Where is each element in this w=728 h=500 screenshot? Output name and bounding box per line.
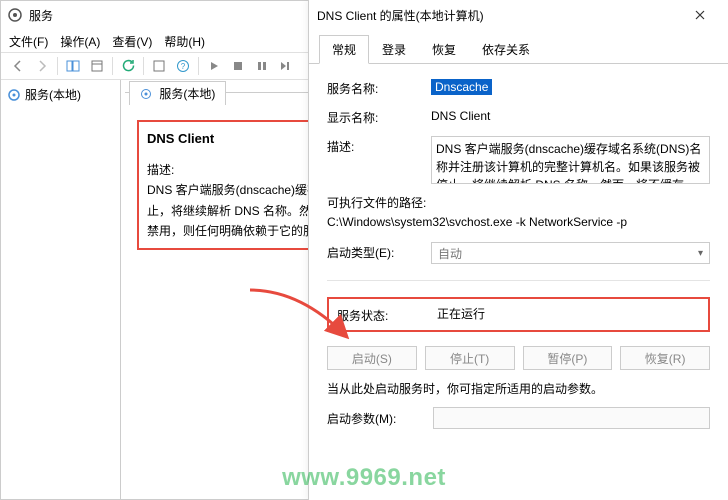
value-service-name[interactable]: Dnscache (431, 79, 492, 95)
label-description: 描述: (327, 136, 427, 155)
svg-text:?: ? (181, 62, 186, 71)
label-service-name: 服务名称: (327, 78, 427, 97)
watermark: www.9969.net (282, 464, 446, 492)
stop-button[interactable]: 停止(T) (425, 346, 515, 370)
tab-logon[interactable]: 登录 (369, 35, 419, 64)
menu-file[interactable]: 文件(F) (9, 33, 48, 50)
properties-button[interactable] (86, 55, 108, 77)
label-startup-type: 启动类型(E): (327, 242, 427, 261)
value-service-status: 正在运行 (437, 305, 485, 324)
services-icon (7, 7, 23, 23)
menu-view[interactable]: 查看(V) (112, 33, 152, 50)
close-button[interactable] (680, 1, 720, 29)
service-status-box: 服务状态: 正在运行 (327, 297, 710, 332)
restart-svc-button[interactable] (275, 55, 297, 77)
resume-button[interactable]: 恢复(R) (620, 346, 710, 370)
startup-note: 当从此处启动服务时，你可指定所适用的启动参数。 (327, 380, 710, 397)
label-start-params: 启动参数(M): (327, 410, 427, 427)
start-params-input[interactable] (433, 407, 710, 429)
back-button[interactable] (7, 55, 29, 77)
startup-type-combo[interactable]: 自动 ▾ (431, 242, 710, 264)
chevron-down-icon: ▾ (698, 248, 703, 259)
nav-pane: 服务(本地) (1, 80, 121, 499)
export-button[interactable] (148, 55, 170, 77)
start-svc-button[interactable] (203, 55, 225, 77)
startup-type-value: 自动 (438, 245, 462, 262)
value-display-name: DNS Client (431, 107, 710, 123)
label-display-name: 显示名称: (327, 107, 427, 126)
menu-help[interactable]: 帮助(H) (164, 33, 205, 50)
content-tab-label: 服务(本地) (159, 87, 215, 101)
gear-icon (7, 88, 21, 102)
tab-general[interactable]: 常规 (319, 35, 369, 64)
menu-action[interactable]: 操作(A) (60, 33, 100, 50)
mmc-title: 服务 (29, 7, 53, 24)
pause-button[interactable]: 暂停(P) (523, 346, 613, 370)
gear-icon (140, 88, 152, 100)
refresh-button[interactable] (117, 55, 139, 77)
annotation-arrow (240, 280, 360, 373)
stop-svc-button[interactable] (227, 55, 249, 77)
description-box[interactable]: DNS 客户端服务(dnscache)缓存域名系统(DNS)名称并注册该计算机的… (431, 136, 710, 184)
dialog-title: DNS Client 的属性(本地计算机) (317, 7, 680, 24)
show-hide-button[interactable] (62, 55, 84, 77)
tab-recovery[interactable]: 恢复 (419, 35, 469, 64)
fwd-button[interactable] (31, 55, 53, 77)
pause-svc-button[interactable] (251, 55, 273, 77)
nav-root-label: 服务(本地) (25, 86, 81, 103)
tab-deps[interactable]: 依存关系 (469, 35, 543, 64)
label-exe-path: 可执行文件的路径: (327, 194, 710, 213)
nav-root[interactable]: 服务(本地) (5, 84, 116, 105)
content-tab[interactable]: 服务(本地) (129, 81, 226, 105)
help-button[interactable]: ? (172, 55, 194, 77)
value-exe-path: C:\Windows\system32\svchost.exe -k Netwo… (327, 213, 710, 232)
properties-dialog: DNS Client 的属性(本地计算机) 常规 登录 恢复 依存关系 服务名称… (308, 0, 728, 500)
dialog-tabs: 常规 登录 恢复 依存关系 (309, 34, 728, 64)
